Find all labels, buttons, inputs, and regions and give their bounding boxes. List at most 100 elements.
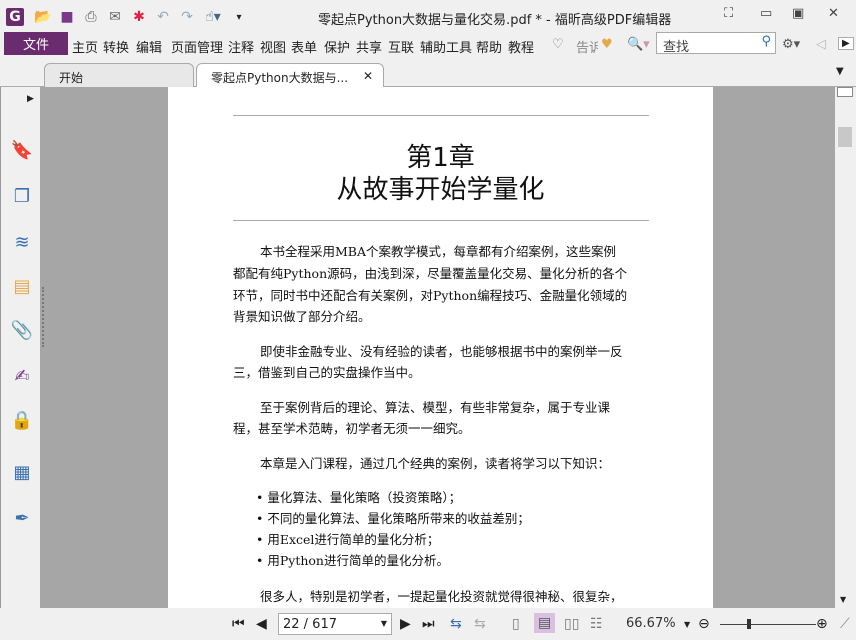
signature-icon[interactable]: ✍ (11, 365, 33, 387)
fullscreen-icon[interactable]: ⛶ (724, 6, 733, 21)
menu-protect[interactable]: 保护 (324, 37, 350, 56)
first-page-button[interactable]: ⏮ (232, 616, 245, 632)
bullet-text: 量化算法、量化策略（投资策略）； (267, 490, 462, 505)
menu-tutorial[interactable]: 教程 (508, 37, 534, 56)
minimize-button[interactable]: ▭ (760, 6, 772, 21)
tab-label: 零起点Python大数据与... (211, 71, 349, 85)
bullet-item: • 量化算法、量化策略（投资策略）； (256, 490, 462, 505)
customize-toolbar-icon[interactable]: ▾ (230, 8, 248, 26)
open-folder-icon[interactable]: 📂 (34, 8, 52, 26)
search-input[interactable]: 查找 ⚲ (656, 32, 776, 55)
continuous-facing-icon[interactable]: ☷ (590, 616, 603, 632)
continuous-page-icon[interactable]: ▤ (534, 613, 556, 633)
chapter-title: 从故事开始学量化 (336, 175, 545, 205)
menu-form[interactable]: 表单 (291, 37, 317, 56)
maximize-button[interactable]: ▣ (792, 6, 804, 21)
app-logo-icon: G (6, 8, 24, 26)
text-line: 本章是入门课程，通过几个经典的案例，读者将学习以下知识： (260, 456, 611, 471)
bullet-item: • 用Excel进行简单的量化分析； (256, 532, 440, 547)
search-icon[interactable]: ⚲ (761, 34, 771, 49)
certificate-pen-icon[interactable]: ✒ (11, 507, 33, 529)
tab-list-icon[interactable]: ▼ (836, 66, 844, 77)
pdf-page: 第1章 从故事开始学量化 本书全程采用MBA个案教学模式，每章都有介绍案例，这些… (168, 87, 713, 608)
close-button[interactable]: ✕ (828, 6, 839, 21)
tab-label: 开始 (59, 71, 84, 85)
menu-home[interactable]: 主页 (72, 37, 98, 56)
undo-icon[interactable]: ↶ (154, 8, 172, 26)
heart-icon[interactable]: ♥ (601, 37, 613, 52)
lightbulb-icon[interactable]: ♡ (552, 37, 564, 52)
scrollbar-thumb[interactable] (838, 127, 852, 147)
text-line: 很多人，特别是初学者，一提起量化投资就觉得很神秘、很复杂， (260, 589, 623, 604)
attachment-icon[interactable]: 📎 (11, 319, 33, 341)
zoom-level[interactable]: 66.67% (626, 616, 676, 631)
zoom-slider[interactable] (720, 624, 816, 625)
status-bar: ⏮ ◀ 22 / 617 ▼ ▶ ⏭ ⇆ ⇆ ▯ ▤ ▯▯ ☷ 66.67% ▼ … (0, 608, 856, 640)
menu-connect[interactable]: 互联 (388, 37, 414, 56)
settings-icon[interactable]: ⚙▾ (782, 37, 800, 52)
vertical-scrollbar[interactable]: ▼ (835, 87, 856, 608)
save-icon[interactable]: ■ (58, 8, 76, 26)
page-dropdown-icon[interactable]: ▼ (381, 619, 387, 628)
page-number-input[interactable]: 22 / 617 ▼ (278, 613, 392, 635)
folder-search-icon[interactable]: 🔍▾ (627, 37, 650, 52)
menu-comment[interactable]: 注释 (228, 37, 254, 56)
bullet-item: • 不同的量化算法、量化策略所带来的收益差别； (256, 511, 530, 526)
divider (233, 220, 649, 221)
hand-tool-icon[interactable]: ☝▾ (204, 8, 222, 26)
tab-start[interactable]: 开始 (44, 63, 194, 87)
scroll-right-icon[interactable]: ▶ (838, 37, 854, 50)
print-icon[interactable]: ⎙ (82, 8, 100, 26)
security-lock-icon[interactable]: 🔒 (11, 409, 33, 431)
single-page-icon[interactable]: ▯ (512, 616, 520, 632)
bookmark-icon[interactable]: 🔖 (11, 139, 33, 161)
text-line: 三，借鉴到自己的实盘操作当中。 (233, 365, 421, 380)
next-page-button[interactable]: ▶ (400, 616, 411, 632)
tell-me[interactable]: 告诉 (576, 37, 598, 56)
zoom-out-button[interactable]: ⊖ (698, 616, 710, 632)
menu-help[interactable]: 帮助 (476, 37, 502, 56)
email-icon[interactable]: ✉ (106, 8, 124, 26)
file-menu[interactable]: 文件 (4, 32, 68, 55)
menu-convert[interactable]: 转换 (103, 37, 129, 56)
scroll-left-icon[interactable]: ◁ (816, 37, 826, 52)
expand-panel-icon[interactable]: ▶ (27, 94, 34, 104)
search-placeholder: 查找 (663, 40, 690, 55)
menu-bar: 文件 主页 转换 编辑 页面管理 注释 视图 表单 保护 共享 互联 辅助工具 … (0, 32, 856, 56)
new-document-icon[interactable]: ✱ (130, 8, 148, 26)
panel-resize-handle[interactable] (42, 287, 45, 347)
redo-icon[interactable]: ↷ (178, 8, 196, 26)
menu-page-management[interactable]: 页面管理 (171, 37, 223, 56)
title-bar: G 📂 ■ ⎙ ✉ ✱ ↶ ↷ ☝▾ ▾ 零起点Python大数据与量化交易.p… (0, 0, 856, 32)
zoom-slider-thumb[interactable] (747, 619, 751, 629)
facing-pages-icon[interactable]: ▯▯ (564, 616, 579, 632)
document-viewer[interactable]: 第1章 从故事开始学量化 本书全程采用MBA个案教学模式，每章都有介绍案例，这些… (40, 87, 835, 608)
bullet-text: 不同的量化算法、量化策略所带来的收益差别； (267, 511, 530, 526)
window-title: 零起点Python大数据与量化交易.pdf * - 福昕高级PDF编辑器 (318, 13, 672, 28)
resize-grip-icon[interactable]: ⟋ (840, 616, 850, 632)
close-tab-icon[interactable]: ✕ (363, 69, 373, 83)
form-fields-icon[interactable]: ▦ (11, 461, 33, 483)
bullet-item: • 用Python进行简单的量化分析。 (256, 553, 449, 568)
page-thumbnails-icon[interactable]: ❐ (11, 185, 33, 207)
scroll-down-button[interactable]: ▼ (840, 595, 846, 604)
bullet-text: 用Python进行简单的量化分析。 (267, 553, 449, 568)
previous-page-button[interactable]: ◀ (256, 616, 267, 632)
text-line: 本书全程采用MBA个案教学模式，每章都有介绍案例，这些案例 (260, 244, 617, 259)
zoom-in-button[interactable]: ⊕ (816, 616, 828, 632)
previous-view-icon[interactable]: ⇆ (450, 616, 462, 632)
comments-icon[interactable]: ▤ (11, 275, 33, 297)
menu-view[interactable]: 视图 (260, 37, 286, 56)
scroll-up-button[interactable] (837, 87, 853, 97)
last-page-button[interactable]: ⏭ (422, 616, 435, 632)
next-view-icon[interactable]: ⇆ (474, 616, 486, 632)
menu-accessibility[interactable]: 辅助工具 (420, 37, 472, 56)
tab-bar: 开始 零起点Python大数据与... ✕ ▼ (0, 60, 856, 88)
menu-share[interactable]: 共享 (356, 37, 382, 56)
text-line: 都配有纯Python源码，由浅到深，尽量覆盖量化交易、量化分析的各个 (233, 266, 628, 281)
menu-edit[interactable]: 编辑 (136, 37, 162, 56)
layers-icon[interactable]: ≋ (11, 231, 33, 253)
zoom-dropdown-icon[interactable]: ▼ (684, 620, 690, 629)
tab-document[interactable]: 零起点Python大数据与... ✕ (196, 63, 384, 88)
divider (233, 115, 649, 116)
